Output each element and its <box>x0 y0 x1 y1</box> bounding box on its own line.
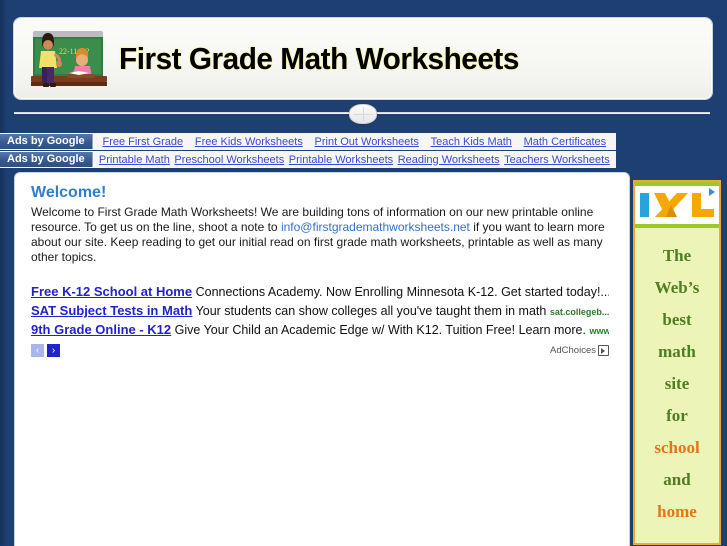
google-ads-linkbar-2: Ads by Google Printable Math Preschool W… <box>0 151 616 168</box>
ads-link-group: Free First Grade Free Kids Worksheets Pr… <box>93 136 616 148</box>
text-ad-description: Your students can show colleges all you'… <box>195 304 547 318</box>
text-ad-footer: ‹ › AdChoices <box>31 344 609 357</box>
page-title: First Grade Math Worksheets <box>119 40 519 76</box>
google-ads-linkbar-1: Ads by Google Free First Grade Free Kids… <box>0 133 616 150</box>
welcome-paragraph: Welcome to First Grade Math Worksheets! … <box>31 205 611 265</box>
sidebar-adchoices-triangle-icon[interactable] <box>707 187 718 198</box>
sidebar-ad-line: home <box>657 502 697 521</box>
ads-link-group: Printable Math Preschool Worksheets Prin… <box>93 154 616 166</box>
ads-link[interactable]: Free Kids Worksheets <box>195 136 303 148</box>
text-ad-title-link[interactable]: Free K-12 School at Home <box>31 284 192 299</box>
adchoices-link[interactable]: AdChoices <box>550 345 609 356</box>
adchoices-label: AdChoices <box>550 345 596 356</box>
text-ad-url: sat.collegeb... <box>549 307 609 317</box>
text-ad-title-link[interactable]: SAT Subject Tests in Math <box>31 303 192 318</box>
sidebar-banner-ad[interactable]: The Web’s best math site for school and … <box>633 180 721 545</box>
ads-link[interactable]: Teach Kids Math <box>431 136 512 148</box>
text-ad-row: SAT Subject Tests in Math Your students … <box>31 302 609 321</box>
ads-by-google-badge: Ads by Google <box>0 134 93 149</box>
sidebar-ad-line: best <box>662 310 692 329</box>
ads-link[interactable]: Math Certificates <box>524 136 607 148</box>
ixl-logo <box>635 182 719 228</box>
ad-pagination: ‹ › <box>31 344 60 357</box>
ads-link[interactable]: Free First Grade <box>102 136 183 148</box>
text-ad-row: Free K-12 School at Home Connections Aca… <box>31 283 609 302</box>
sidebar-ad-line: site <box>664 374 690 393</box>
main-content-panel: Welcome! Welcome to First Grade Math Wor… <box>14 172 630 546</box>
text-ad-row: 9th Grade Online - K12 Give Your Child a… <box>31 321 609 340</box>
ads-by-google-badge: Ads by Google <box>0 152 93 167</box>
sidebar-ad-line: and <box>663 470 691 489</box>
contact-email-link[interactable]: info@firstgrademathworksheets.net <box>281 220 470 234</box>
sidebar-ad-line: math <box>658 342 696 361</box>
ads-link[interactable]: Print Out Worksheets <box>315 136 419 148</box>
sidebar-ad-line: for <box>666 406 688 425</box>
text-ad-description: Connections Academy. Now Enrolling Minne… <box>195 285 609 299</box>
next-ads-arrow-icon[interactable]: › <box>47 344 60 357</box>
text-ad-url: www... <box>589 326 609 336</box>
sidebar-ad-line: school <box>654 438 700 457</box>
sidebar-ad-line: Web’s <box>654 278 700 297</box>
adchoices-triangle-icon <box>598 345 609 356</box>
header-divider <box>14 104 710 124</box>
sidebar-ad-copy: The Web’s best math site for school and … <box>635 228 719 528</box>
inline-text-ad-block: Free K-12 School at Home Connections Aca… <box>31 283 609 357</box>
previous-ads-arrow-icon[interactable]: ‹ <box>31 344 44 357</box>
ads-link[interactable]: Preschool Worksheets <box>174 154 284 166</box>
ads-link[interactable]: Printable Math <box>99 154 170 166</box>
ads-link[interactable]: Reading Worksheets <box>398 154 500 166</box>
site-header: 22-11 = ? First Grade Math Worksheets <box>14 18 712 99</box>
ads-link[interactable]: Teachers Worksheets <box>504 154 610 166</box>
welcome-heading: Welcome! <box>31 184 107 201</box>
page-background: 22-11 = ? First Grade Math Worksheets Ad… <box>0 0 727 546</box>
text-ad-title-link[interactable]: 9th Grade Online - K12 <box>31 322 171 337</box>
ixl-wordmark-icon <box>640 193 714 217</box>
text-ad-description: Give Your Child an Academic Edge w/ With… <box>174 323 586 337</box>
collapse-header-handle[interactable] <box>349 104 377 124</box>
sidebar-ad-line: The <box>662 246 692 265</box>
ads-link[interactable]: Printable Worksheets <box>289 154 393 166</box>
teacher-chalkboard-logo-icon: 22-11 = ? <box>31 30 107 87</box>
